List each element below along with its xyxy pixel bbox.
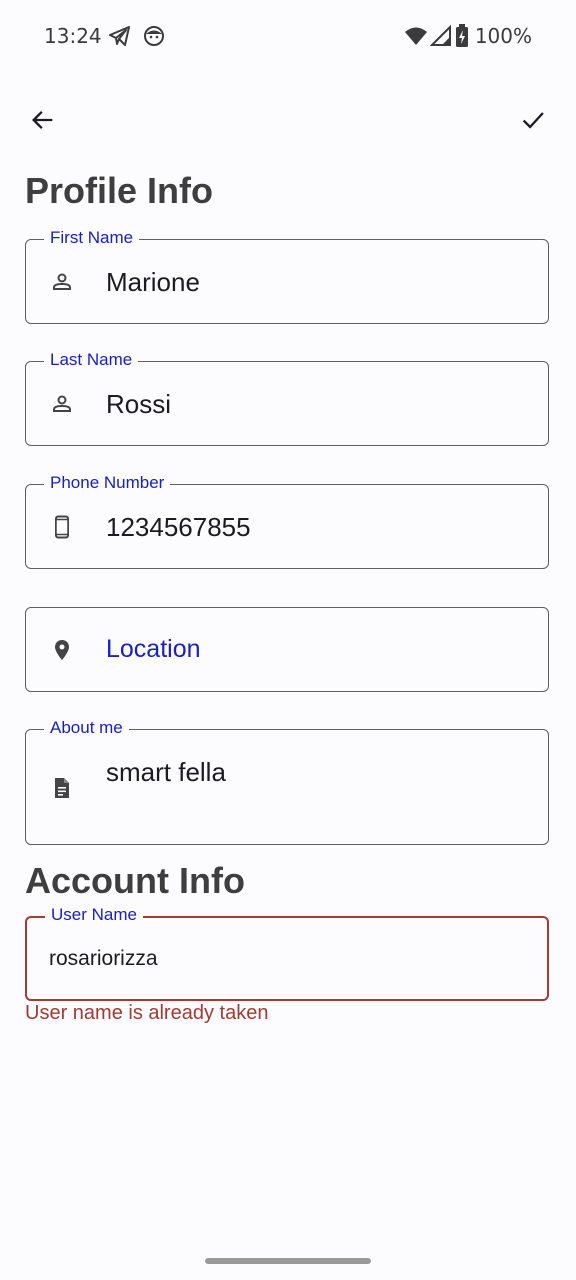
signal-icon xyxy=(429,24,454,48)
wifi-icon xyxy=(404,24,428,48)
battery-percent: 100% xyxy=(474,24,532,48)
phone-number-value: 1234567855 xyxy=(106,512,251,542)
user-name-error: User name is already taken xyxy=(25,1002,269,1024)
person-icon xyxy=(50,270,74,294)
about-me-field[interactable]: About me smart fella xyxy=(25,718,549,845)
save-button[interactable] xyxy=(509,96,557,144)
location-placeholder: Location xyxy=(106,635,201,663)
user-name-value: rosariorizza xyxy=(49,947,158,970)
first-name-value: Marione xyxy=(106,267,200,297)
status-bar: 13:24 100% xyxy=(0,0,576,72)
battery-icon xyxy=(455,24,469,48)
person-icon xyxy=(50,392,74,416)
check-icon xyxy=(519,106,547,134)
telegram-icon xyxy=(108,24,132,48)
location-field[interactable]: Location xyxy=(25,607,549,692)
back-button[interactable] xyxy=(19,96,67,144)
phone-number-label: Phone Number xyxy=(44,473,171,493)
first-name-label: First Name xyxy=(44,228,140,248)
arrow-back-icon xyxy=(29,106,57,134)
last-name-label: Last Name xyxy=(44,350,139,370)
profile-section-title: Profile Info xyxy=(25,170,213,211)
document-icon xyxy=(50,776,74,800)
location-pin-icon xyxy=(50,638,74,662)
home-indicator[interactable] xyxy=(205,1258,371,1264)
about-me-value: smart fella xyxy=(106,757,226,787)
face-icon xyxy=(142,24,166,48)
phone-icon xyxy=(50,515,74,539)
about-me-label: About me xyxy=(44,718,129,738)
user-name-field[interactable]: User Name rosariorizza xyxy=(25,905,549,1001)
status-time: 13:24 xyxy=(44,24,102,48)
phone-number-field[interactable]: Phone Number 1234567855 xyxy=(25,473,549,569)
first-name-field[interactable]: First Name Marione xyxy=(25,228,549,324)
top-app-bar xyxy=(0,90,576,150)
account-section-title: Account Info xyxy=(25,860,245,901)
last-name-value: Rossi xyxy=(106,389,172,419)
user-name-label: User Name xyxy=(45,905,143,925)
last-name-field[interactable]: Last Name Rossi xyxy=(25,350,549,446)
